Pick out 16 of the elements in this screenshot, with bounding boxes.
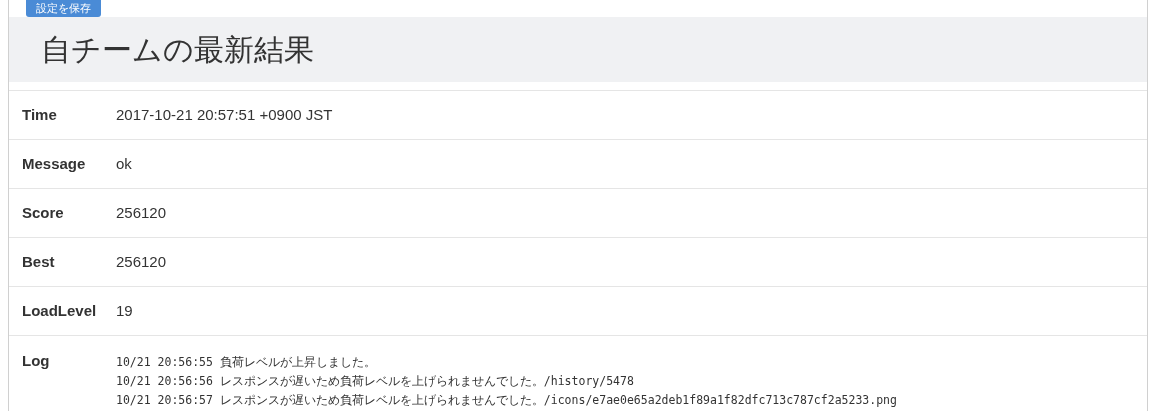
field-label: Message bbox=[21, 153, 87, 174]
field-value: 256120 bbox=[116, 202, 167, 223]
field-label: Time bbox=[21, 104, 58, 125]
field-value: 19 bbox=[116, 300, 133, 321]
field-label: Best bbox=[21, 251, 56, 272]
field-label: LoadLevel bbox=[21, 300, 98, 321]
panel-title: 自チームの最新結果 bbox=[41, 32, 314, 68]
field-label: Score bbox=[21, 202, 65, 223]
field-value: 2017-10-21 20:57:51 +0900 JST bbox=[116, 104, 333, 125]
field-value: ok bbox=[116, 153, 132, 174]
save-button[interactable]: 設定を保存 bbox=[26, 0, 101, 17]
field-label: Log bbox=[21, 351, 51, 371]
log-line: 10/21 20:56:57 レスポンスが遅いため負荷レベルを上げられませんでした。/icons/e7ae0e65a2deb1f89a1f82dfc713c787cf2a5233.png bbox=[116, 392, 897, 409]
log-line: 10/21 20:56:55 負荷レベルが上昇しました。 bbox=[116, 354, 377, 371]
field-value: 256120 bbox=[116, 251, 167, 272]
log-line: 10/21 20:56:56 レスポンスが遅いため負荷レベルを上げられませんでした。/history/5478 bbox=[116, 373, 635, 390]
